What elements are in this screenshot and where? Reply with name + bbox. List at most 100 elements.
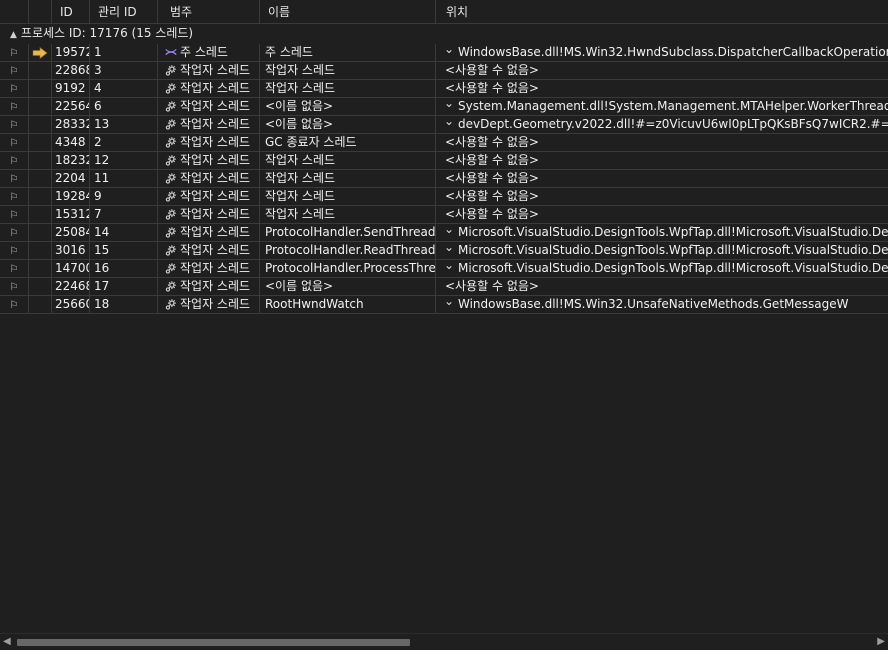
- location-text: Microsoft.VisualStudio.DesignTools.WpfTa…: [458, 243, 888, 257]
- thread-row[interactable]: ⚐ 18232 12 작업자 스레드 작업자 스레드 <사용할 수 없음>: [0, 152, 888, 170]
- location-dropdown-icon[interactable]: ⌄: [444, 44, 454, 55]
- location-cell[interactable]: ⌄ Microsoft.VisualStudio.DesignTools.WpfT…: [436, 260, 888, 277]
- location-cell[interactable]: ⌄ Microsoft.VisualStudio.DesignTools.WpfT…: [436, 242, 888, 259]
- flag-cell[interactable]: ⚐: [0, 152, 29, 169]
- flag-cell[interactable]: ⚐: [0, 62, 29, 79]
- location-dropdown-icon[interactable]: ⌄: [444, 98, 454, 109]
- location-dropdown-icon[interactable]: ⌄: [444, 116, 454, 127]
- location-cell[interactable]: <사용할 수 없음>: [436, 278, 888, 295]
- flag-icon[interactable]: ⚐: [10, 99, 19, 115]
- thread-name-cell[interactable]: GC 종료자 스레드: [260, 134, 436, 151]
- thread-row[interactable]: ⚐ 25660 18 작업자 스레드 RootHwndWatch ⌄ Window…: [0, 296, 888, 314]
- thread-row[interactable]: ⚐ 2204 11 작업자 스레드 작업자 스레드 <사용할 수 없음>: [0, 170, 888, 188]
- name-column-header[interactable]: 이름: [260, 0, 436, 24]
- thread-name-cell[interactable]: RootHwndWatch: [260, 296, 436, 313]
- scroll-left-arrow-icon[interactable]: ◀: [3, 636, 11, 647]
- flag-cell[interactable]: ⚐: [0, 116, 29, 133]
- location-cell[interactable]: ⌄ devDept.Geometry.v2022.dll!#=z0VicuvU6w…: [436, 116, 888, 133]
- flag-cell[interactable]: ⚐: [0, 278, 29, 295]
- current-column-header[interactable]: [29, 0, 52, 24]
- thread-name-cell[interactable]: 주 스레드: [260, 44, 436, 61]
- thread-name-cell[interactable]: 작업자 스레드: [260, 152, 436, 169]
- flag-cell[interactable]: ⚐: [0, 98, 29, 115]
- thread-id-cell: 18232: [52, 152, 90, 169]
- location-cell[interactable]: <사용할 수 없음>: [436, 152, 888, 169]
- location-dropdown-icon[interactable]: ⌄: [444, 242, 454, 253]
- location-dropdown-icon[interactable]: ⌄: [444, 224, 454, 235]
- flag-icon[interactable]: ⚐: [10, 243, 19, 259]
- location-cell[interactable]: <사용할 수 없음>: [436, 170, 888, 187]
- flag-cell[interactable]: ⚐: [0, 44, 29, 61]
- location-cell[interactable]: <사용할 수 없음>: [436, 188, 888, 205]
- thread-row[interactable]: ⚐ 19572 1 주 스레드 주 스레드 ⌄ WindowsBase.dll!M…: [0, 44, 888, 62]
- flag-icon[interactable]: ⚐: [10, 207, 19, 223]
- thread-name-cell[interactable]: 작업자 스레드: [260, 188, 436, 205]
- thread-name-cell[interactable]: <이름 없음>: [260, 98, 436, 115]
- location-cell[interactable]: <사용할 수 없음>: [436, 206, 888, 223]
- horizontal-scrollbar[interactable]: ◀ ▶: [0, 633, 888, 650]
- scroll-right-arrow-icon[interactable]: ▶: [877, 636, 885, 647]
- thread-name-cell[interactable]: 작업자 스레드: [260, 206, 436, 223]
- flag-icon[interactable]: ⚐: [10, 135, 19, 151]
- flag-icon[interactable]: ⚐: [10, 45, 19, 61]
- flag-icon[interactable]: ⚐: [10, 225, 19, 241]
- thread-name-cell[interactable]: 작업자 스레드: [260, 80, 436, 97]
- location-cell[interactable]: <사용할 수 없음>: [436, 62, 888, 79]
- flag-icon[interactable]: ⚐: [10, 117, 19, 133]
- thread-row[interactable]: ⚐ 9192 4 작업자 스레드 작업자 스레드 <사용할 수 없음>: [0, 80, 888, 98]
- flag-icon[interactable]: ⚐: [10, 171, 19, 187]
- thread-row[interactable]: ⚐ 4348 2 작업자 스레드 GC 종료자 스레드 <사용할 수 없음>: [0, 134, 888, 152]
- thread-row[interactable]: ⚐ 22468 17 작업자 스레드 <이름 없음> <사용할 수 없음>: [0, 278, 888, 296]
- location-column-header[interactable]: 위치: [436, 0, 888, 24]
- location-cell[interactable]: <사용할 수 없음>: [436, 80, 888, 97]
- id-column-header[interactable]: ID: [52, 0, 90, 24]
- flag-cell[interactable]: ⚐: [0, 188, 29, 205]
- flag-cell[interactable]: ⚐: [0, 134, 29, 151]
- thread-row[interactable]: ⚐ 22564 6 작업자 스레드 <이름 없음> ⌄ System.Manage…: [0, 98, 888, 116]
- thread-name-cell[interactable]: <이름 없음>: [260, 278, 436, 295]
- location-cell[interactable]: ⌄ WindowsBase.dll!MS.Win32.UnsafeNativeMe…: [436, 296, 888, 313]
- category-cell: 작업자 스레드: [158, 188, 260, 205]
- thread-name-cell[interactable]: ProtocolHandler.ReadThread: [260, 242, 436, 259]
- thread-name-cell[interactable]: <이름 없음>: [260, 116, 436, 133]
- collapse-caret-icon[interactable]: ▲: [10, 26, 17, 45]
- flag-icon[interactable]: ⚐: [10, 279, 19, 295]
- location-cell[interactable]: ⌄ System.Management.dll!System.Management…: [436, 98, 888, 115]
- flag-cell[interactable]: ⚐: [0, 296, 29, 313]
- location-dropdown-icon[interactable]: ⌄: [444, 296, 454, 307]
- flag-cell[interactable]: ⚐: [0, 260, 29, 277]
- current-thread-cell: [29, 80, 52, 97]
- thread-name-cell[interactable]: 작업자 스레드: [260, 170, 436, 187]
- flag-icon[interactable]: ⚐: [10, 153, 19, 169]
- thread-row[interactable]: ⚐ 28332 13 작업자 스레드 <이름 없음> ⌄ devDept.Geom…: [0, 116, 888, 134]
- thread-row[interactable]: ⚐ 25084 14 작업자 스레드 ProtocolHandler.SendT…: [0, 224, 888, 242]
- flag-icon[interactable]: ⚐: [10, 63, 19, 79]
- flag-cell[interactable]: ⚐: [0, 224, 29, 241]
- flag-icon[interactable]: ⚐: [10, 297, 19, 313]
- location-dropdown-icon[interactable]: ⌄: [444, 260, 454, 271]
- thread-row[interactable]: ⚐ 3016 15 작업자 스레드 ProtocolHandler.ReadTh…: [0, 242, 888, 260]
- flag-cell[interactable]: ⚐: [0, 206, 29, 223]
- location-cell[interactable]: ⌄ Microsoft.VisualStudio.DesignTools.WpfT…: [436, 224, 888, 241]
- flag-icon[interactable]: ⚐: [10, 261, 19, 277]
- flag-cell[interactable]: ⚐: [0, 242, 29, 259]
- flag-column-header[interactable]: [0, 0, 29, 24]
- category-column-header[interactable]: 범주: [158, 0, 260, 24]
- process-group-row[interactable]: ▲ 프로세스 ID: 17176 (15 스레드): [0, 24, 888, 43]
- thread-row[interactable]: ⚐ 22868 3 작업자 스레드 작업자 스레드 <사용할 수 없음>: [0, 62, 888, 80]
- thread-name-cell[interactable]: ProtocolHandler.ProcessThread: [260, 260, 436, 277]
- thread-row[interactable]: ⚐ 14700 16 작업자 스레드 ProtocolHandler.Proce…: [0, 260, 888, 278]
- flag-icon[interactable]: ⚐: [10, 81, 19, 97]
- location-cell[interactable]: <사용할 수 없음>: [436, 134, 888, 151]
- location-cell[interactable]: ⌄ WindowsBase.dll!MS.Win32.HwndSubclass.D…: [436, 44, 888, 61]
- flag-icon[interactable]: ⚐: [10, 189, 19, 205]
- category-text: 주 스레드: [180, 45, 228, 59]
- scrollbar-thumb[interactable]: [17, 639, 410, 646]
- thread-name-cell[interactable]: 작업자 스레드: [260, 62, 436, 79]
- thread-name-cell[interactable]: ProtocolHandler.SendThread: [260, 224, 436, 241]
- flag-cell[interactable]: ⚐: [0, 80, 29, 97]
- thread-row[interactable]: ⚐ 19284 9 작업자 스레드 작업자 스레드 <사용할 수 없음>: [0, 188, 888, 206]
- managed-id-column-header[interactable]: 관리 ID: [90, 0, 158, 24]
- flag-cell[interactable]: ⚐: [0, 170, 29, 187]
- thread-row[interactable]: ⚐ 15312 7 작업자 스레드 작업자 스레드 <사용할 수 없음>: [0, 206, 888, 224]
